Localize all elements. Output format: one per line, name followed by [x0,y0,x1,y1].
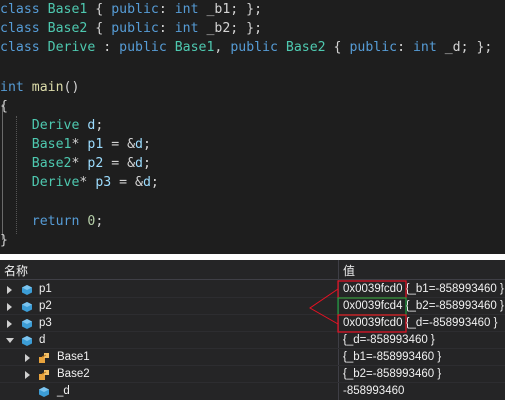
keyword: return [31,214,80,229]
punct: ; [142,156,151,171]
punct: : [158,21,175,36]
keyword: public [119,40,167,55]
variable: p1 [87,137,104,152]
variable: d [142,175,151,190]
code-line-decl-p2: Base2* p2 = &d; [0,154,151,173]
punct: () [63,80,80,95]
member-decl: _b2; }; [198,21,263,36]
code-line-3: class Derive : public Base1, public Base… [0,38,492,57]
code-line-close-brace: } [0,231,8,250]
code-line-decl-d: Derive d; [0,116,104,135]
punct: { [87,21,112,36]
keyword: public [111,21,159,36]
punct: * [79,175,88,190]
code-editor[interactable]: class Base1 { public: int _b1; }; class … [0,0,505,254]
punct: ; [150,175,159,190]
punct: { [325,40,350,55]
member-decl: _b1; }; [198,2,263,17]
keyword: int [174,21,199,36]
punct: { [87,2,112,17]
punct: = & [103,137,136,152]
code-line-return: return 0; [0,212,104,231]
code-line-open-brace: { [0,97,8,116]
annotation-overlay [309,280,407,333]
type-name: Derive [47,40,96,55]
type-name: Base1 [174,40,215,55]
keyword: class [0,2,40,17]
type-name: Derive [31,118,80,133]
keyword: public [111,2,159,17]
code-line-decl-p3: Derive* p3 = &d; [0,173,159,192]
punct: : [95,40,120,55]
type-name: Base2 [31,156,72,171]
member-decl: _d; }; [436,40,493,55]
punct: = & [111,175,143,190]
type-name: Base1 [47,2,88,17]
type-name: Base1 [31,137,72,152]
punct: ; [95,118,104,133]
variable: p3 [95,175,112,190]
code-line-1: class Base1 { public: int _b1; }; [0,0,262,19]
keyword: class [0,40,40,55]
punct: = & [103,156,136,171]
keyword: class [0,21,40,36]
punct: : [158,2,175,17]
punct: , [214,40,231,55]
type-name: Base2 [285,40,326,55]
locals-window[interactable]: 名称 值 p1 0x0039fcd0 {_b1=-858993460 } p2 … [0,260,505,400]
brace: } [0,233,8,248]
keyword: int [0,80,24,95]
code-line-decl-p1: Base1* p1 = &d; [0,135,151,154]
punct: : [397,40,413,55]
code-line-main: int main() [0,78,79,97]
type-name: Derive [31,175,80,190]
type-name: Base2 [47,21,88,36]
variable: d [135,137,143,152]
brace: { [0,99,8,114]
keyword: public [230,40,278,55]
punct: * [71,156,80,171]
variable: p2 [87,156,104,171]
function-name: main [31,80,64,95]
punct: * [71,137,80,152]
code-line-2: class Base2 { public: int _b2; }; [0,19,262,38]
keyword: int [174,2,199,17]
punct: ; [95,214,104,229]
punct: ; [142,137,151,152]
variable: d [135,156,143,171]
keyword: int [412,40,437,55]
keyword: public [349,40,398,55]
